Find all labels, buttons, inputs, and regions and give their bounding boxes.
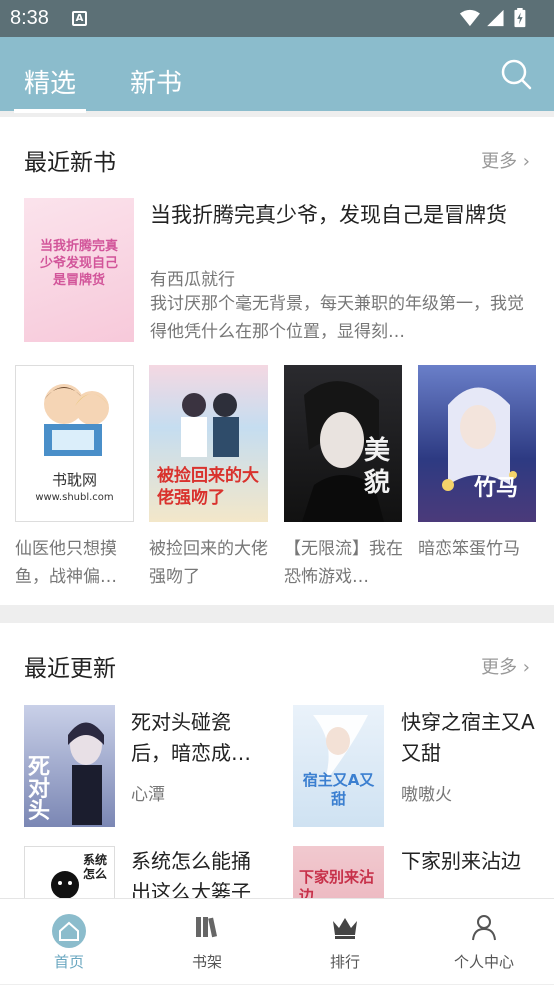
book-title[interactable]: 死对头碰瓷后，暗恋成… <box>131 707 261 769</box>
nav-profile[interactable]: 个人中心 <box>414 899 554 985</box>
book-cover[interactable]: 系统怎么 <box>24 846 115 898</box>
section-title: 最近更新 <box>24 656 116 682</box>
book-cover[interactable]: 被捡回来的大佬强吻了 <box>149 365 268 522</box>
nav-ranking[interactable]: 排行 <box>276 899 414 985</box>
recent-update-section: 最近更新 更多 › 死对头 死对头碰瓷后，暗恋成… 心潭 宿主又A又甜 快穿之宿… <box>0 623 554 898</box>
book-title[interactable]: 下家别来沾边 <box>401 846 536 877</box>
top-bar: 精选 新书 <box>0 37 554 113</box>
nav-label: 首页 <box>53 953 84 971</box>
system-icons <box>459 8 526 28</box>
book-title[interactable]: 快穿之宿主又A又甜 <box>401 707 536 769</box>
person-icon <box>472 915 496 941</box>
featured-book-cover[interactable]: 当我折腾完真少爷发现自己是冒牌货 <box>24 198 134 342</box>
book-title[interactable]: 被捡回来的大佬强吻了 <box>149 535 271 591</box>
nav-label: 书架 <box>191 953 222 971</box>
book-author: 嗷嗷火 <box>401 785 452 805</box>
more-button[interactable]: 更多 › <box>481 147 530 173</box>
book-title[interactable]: 系统怎么能捅出这么大篓子 <box>131 846 261 898</box>
featured-book-desc: 我讨厌那个毫无背景，每天兼职的年级第一，我觉得他凭什么在那个位置，显得刻… <box>150 294 524 342</box>
featured-book-author: 有西瓜就行 <box>150 270 235 290</box>
book-author: 心潭 <box>131 785 165 805</box>
book-cover[interactable]: 死对头 <box>24 705 115 827</box>
status-bar: 8:38 A <box>0 0 554 37</box>
book-cover-illustration <box>44 384 109 456</box>
crown-icon <box>333 918 357 939</box>
featured-book-title[interactable]: 当我折腾完真少爷，发现自己是冒牌货 <box>150 199 530 231</box>
search-icon[interactable] <box>500 58 532 90</box>
home-icon <box>52 914 86 948</box>
nav-bookshelf[interactable]: 书架 <box>138 899 276 985</box>
recent-new-section: 最近新书 更多 › 当我折腾完真少爷发现自己是冒牌货 当我折腾完真少爷，发现自己… <box>0 117 554 605</box>
section-title: 最近新书 <box>24 150 116 176</box>
book-cover[interactable]: 竹马 <box>418 365 536 522</box>
bottom-nav: 首页 书架 排行 个人中心 <box>0 898 554 984</box>
book-cover[interactable]: 书耽网 www.shubl.com <box>15 365 134 522</box>
nav-home[interactable]: 首页 <box>0 899 138 985</box>
status-time: 8:38 <box>10 7 49 29</box>
tab-new-books[interactable]: 新书 <box>130 63 182 100</box>
notification-icon: A <box>72 11 87 26</box>
bookshelf-icon <box>196 917 218 938</box>
book-cover[interactable]: 宿主又A又甜 <box>293 705 384 827</box>
book-title[interactable]: 暗恋笨蛋竹马 <box>418 535 540 563</box>
book-cover[interactable]: 下家别来沾边 <box>293 846 384 898</box>
book-cover[interactable]: 美貌 <box>284 365 402 522</box>
tab-featured[interactable]: 精选 <box>13 63 87 113</box>
nav-label: 个人中心 <box>453 953 514 971</box>
more-button[interactable]: 更多 › <box>481 653 530 679</box>
nav-label: 排行 <box>329 953 360 971</box>
book-title[interactable]: 【无限流】我在恐怖游戏… <box>284 535 406 591</box>
book-title[interactable]: 仙医他只想摸鱼，战神偏… <box>15 535 137 591</box>
